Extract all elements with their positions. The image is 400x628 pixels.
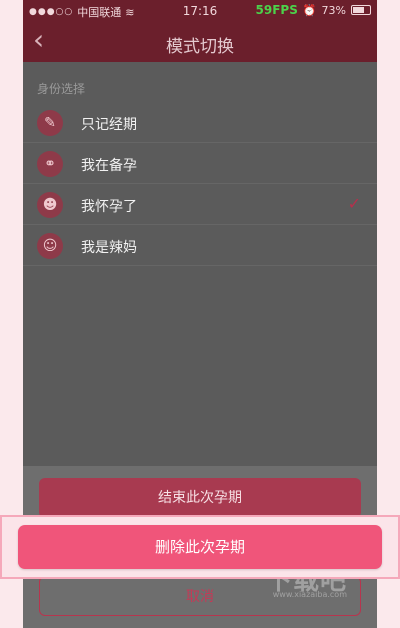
pen-icon: ✎ [37, 110, 63, 136]
option-label: 我怀孕了 [81, 199, 137, 215]
section-label: 身份选择 [37, 82, 86, 96]
delete-pregnancy-button[interactable]: 删除此次孕期 [18, 525, 382, 569]
status-bar: ●●●○○ 中国联通 ≋ 17:16 59FPS ⏰ 73% [23, 0, 377, 22]
option-preparing[interactable]: ⚭ 我在备孕 [23, 143, 377, 184]
checkmark-icon: ✓ [347, 194, 361, 213]
option-label: 只记经期 [81, 117, 137, 133]
watermark-url: www.xiazaiba.com [272, 590, 347, 599]
battery-icon [351, 5, 371, 15]
rings-icon: ⚭ [37, 151, 63, 177]
alarm-icon: ⏰ [302, 3, 317, 17]
end-pregnancy-button[interactable]: 结束此次孕期 [39, 478, 361, 518]
option-pregnant[interactable]: ☻ 我怀孕了 ✓ [23, 184, 377, 225]
battery-percent: 73% [321, 3, 346, 17]
fps-indicator: 59FPS [255, 3, 298, 17]
option-mom[interactable]: ☺ 我是辣妈 [23, 225, 377, 266]
pregnant-icon: ☻ [37, 192, 63, 218]
baby-icon: ☺ [37, 233, 63, 259]
nav-bar: ‹ 模式切换 [23, 22, 377, 62]
option-period-only[interactable]: ✎ 只记经期 [23, 102, 377, 143]
mode-options-list: ✎ 只记经期 ⚭ 我在备孕 ☻ 我怀孕了 ✓ ☺ 我是辣妈 [23, 102, 377, 266]
option-label: 我在备孕 [81, 158, 137, 174]
option-label: 我是辣妈 [81, 240, 137, 256]
page-title: 模式切换 [166, 37, 234, 57]
